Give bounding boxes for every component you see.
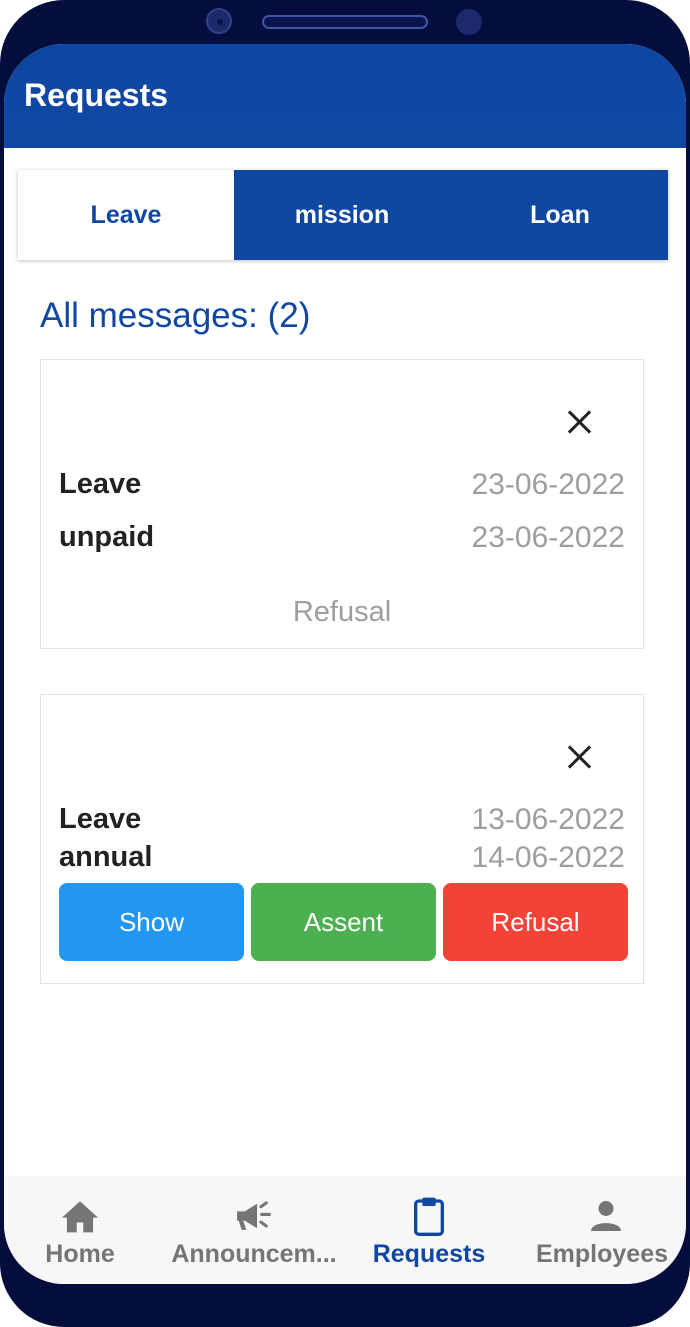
app-bar: Requests — [4, 44, 686, 148]
refusal-button[interactable]: Refusal — [443, 883, 628, 961]
bottom-navigation: Home Announcem... Requests Employees — [4, 1176, 686, 1284]
person-icon — [586, 1196, 626, 1236]
page-title: Requests — [24, 77, 169, 113]
app-screen: Requests Leave mission Loan All messages… — [4, 44, 686, 1284]
nav-label: Employees — [536, 1240, 669, 1268]
nav-home[interactable]: Home — [22, 1176, 138, 1284]
request-end-date: 23-06-2022 — [471, 521, 625, 554]
proximity-sensor — [456, 9, 482, 35]
nav-label: Announcem... — [171, 1240, 337, 1268]
request-start-date: 23-06-2022 — [471, 468, 625, 501]
messages-count: All messages: (2) — [40, 296, 311, 335]
status-label: Refusal — [292, 596, 392, 628]
tab-loan[interactable]: Loan — [452, 170, 668, 260]
request-tabs: Leave mission Loan — [18, 170, 668, 260]
home-icon — [60, 1196, 100, 1236]
request-type: Leave — [59, 803, 142, 835]
request-type: Leave — [59, 468, 142, 500]
show-button[interactable]: Show — [59, 883, 244, 961]
request-card: Leave 13-06-2022 annual 14-06-2022 Show … — [40, 694, 644, 984]
nav-requests[interactable]: Requests — [364, 1176, 494, 1284]
request-subtype: unpaid — [59, 521, 155, 553]
earpiece-speaker — [262, 15, 428, 29]
megaphone-icon — [234, 1196, 274, 1236]
nav-label: Home — [45, 1240, 115, 1268]
front-camera — [206, 8, 232, 34]
request-start-date: 13-06-2022 — [471, 803, 625, 836]
nav-announcements[interactable]: Announcem... — [154, 1176, 354, 1284]
clipboard-icon — [409, 1196, 449, 1236]
request-subtype: annual — [59, 841, 153, 873]
tab-leave[interactable]: Leave — [18, 170, 234, 260]
request-card: Leave 23-06-2022 unpaid 23-06-2022 Refus… — [40, 359, 644, 649]
close-icon[interactable] — [559, 737, 599, 777]
assent-button[interactable]: Assent — [251, 883, 436, 961]
phone-frame: Requests Leave mission Loan All messages… — [0, 0, 690, 1327]
nav-label: Requests — [372, 1240, 486, 1268]
close-icon[interactable] — [559, 402, 599, 442]
nav-employees[interactable]: Employees — [532, 1176, 686, 1284]
request-end-date: 14-06-2022 — [471, 841, 625, 874]
tab-mission[interactable]: mission — [234, 170, 450, 260]
